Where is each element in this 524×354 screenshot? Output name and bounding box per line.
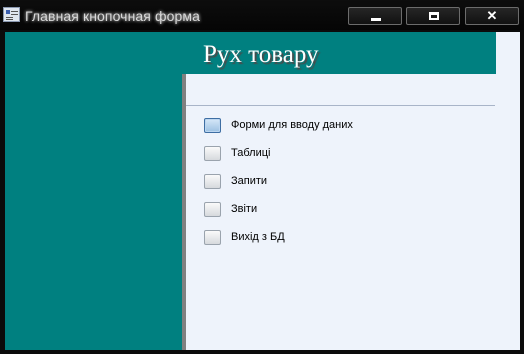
menu-button[interactable] xyxy=(204,174,221,189)
left-panel xyxy=(5,32,182,350)
menu-item-exit-database[interactable]: Вихід з БД xyxy=(204,228,404,248)
form-icon[interactable] xyxy=(3,7,20,22)
menu-item-label: Форми для вводу даних xyxy=(231,119,353,131)
close-icon: ✕ xyxy=(486,8,498,23)
window-title: Главная кнопочная форма xyxy=(25,8,200,24)
maximize-icon xyxy=(429,12,439,20)
menu-button[interactable] xyxy=(204,230,221,245)
menu-item-label: Запити xyxy=(231,175,268,187)
menu-item-tables[interactable]: Таблиці xyxy=(204,144,404,164)
close-button[interactable]: ✕ xyxy=(465,7,519,25)
menu-item-label: Таблиці xyxy=(231,147,271,159)
application-window: Главная кнопочная форма ✕ Рух товару Фор… xyxy=(0,0,524,354)
title-bar[interactable]: Главная кнопочная форма ✕ xyxy=(0,0,524,30)
menu-item-label: Вихід з БД xyxy=(231,231,285,243)
menu-button[interactable] xyxy=(204,118,221,133)
menu-button[interactable] xyxy=(204,146,221,161)
minimize-icon xyxy=(371,18,381,21)
panel-shadow xyxy=(182,74,186,350)
menu-item-reports[interactable]: Звіти xyxy=(204,200,404,220)
switchboard-form: Рух товару Форми для вводу даних Таблиці… xyxy=(5,32,520,350)
menu-item-label: Звіти xyxy=(231,203,258,215)
minimize-button[interactable] xyxy=(348,7,402,25)
menu-item-queries[interactable]: Запити xyxy=(204,172,404,192)
maximize-button[interactable] xyxy=(406,7,460,25)
menu-button[interactable] xyxy=(204,202,221,217)
menu-item-data-entry-forms[interactable]: Форми для вводу даних xyxy=(204,116,404,136)
form-header-title: Рух товару xyxy=(203,41,319,68)
header-divider xyxy=(186,105,495,106)
